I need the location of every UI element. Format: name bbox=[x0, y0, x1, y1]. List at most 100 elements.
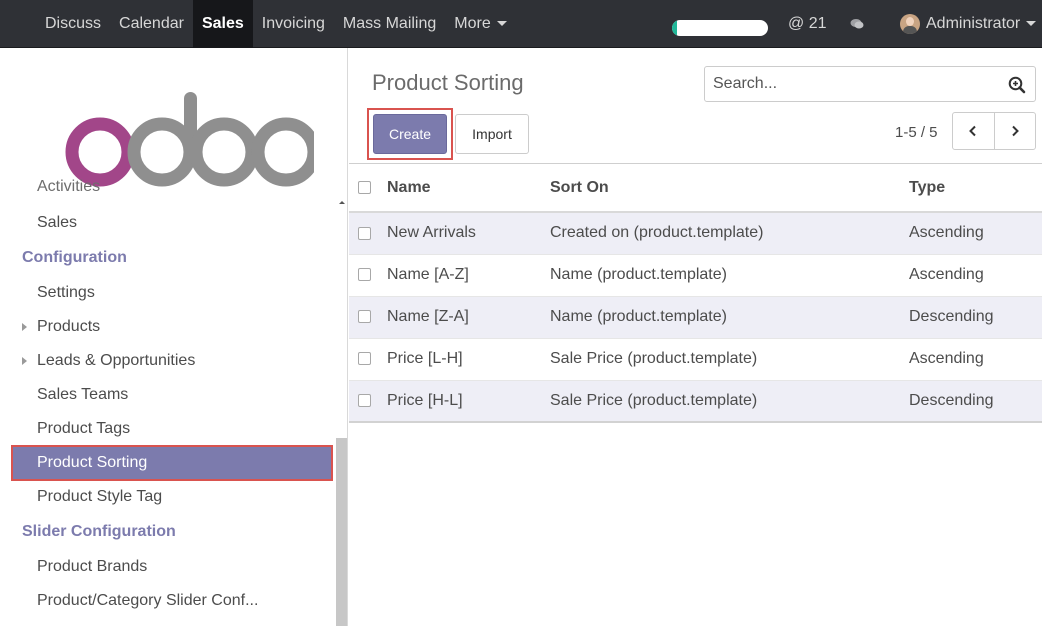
progress-fill bbox=[672, 20, 677, 36]
pager-value[interactable]: 1-5 / 5 bbox=[895, 124, 938, 141]
row-checkbox[interactable] bbox=[358, 268, 371, 282]
menu-mass-mailing[interactable]: Mass Mailing bbox=[334, 0, 445, 48]
user-avatar[interactable] bbox=[900, 14, 920, 34]
sidebar-item-label: Product Brands bbox=[37, 558, 148, 575]
cell-type[interactable]: Descending bbox=[909, 380, 1042, 423]
avatar-body bbox=[903, 26, 917, 34]
main-menu: Discuss Calendar Sales Invoicing Mass Ma… bbox=[36, 0, 516, 48]
column-header-type[interactable]: Type bbox=[909, 164, 1042, 213]
sidebar-item-slider-conf[interactable]: Product/Category Slider Conf... bbox=[0, 584, 336, 618]
sidebar-item-products[interactable]: Products bbox=[0, 310, 336, 344]
menu-calendar[interactable]: Calendar bbox=[110, 0, 193, 48]
chat-icon[interactable] bbox=[850, 18, 864, 30]
row-checkbox-cell bbox=[349, 380, 385, 423]
row-checkbox-cell bbox=[349, 338, 385, 381]
cell-name[interactable]: New Arrivals bbox=[385, 212, 550, 255]
cell-sort-on[interactable]: Created on (product.template) bbox=[550, 212, 909, 255]
column-header-name[interactable]: Name bbox=[385, 164, 550, 213]
cell-type[interactable]: Ascending bbox=[909, 212, 1042, 255]
search-input[interactable] bbox=[713, 72, 983, 96]
sidebar-item-sales[interactable]: Sales bbox=[0, 206, 336, 240]
sidebar-item-sales-teams[interactable]: Sales Teams bbox=[0, 378, 336, 412]
table-row[interactable]: New Arrivals Created on (product.templat… bbox=[349, 212, 1042, 255]
sidebar-item-product-style-tag[interactable]: Product Style Tag bbox=[0, 480, 336, 514]
search-plus-icon[interactable] bbox=[1008, 76, 1026, 94]
row-checkbox[interactable] bbox=[358, 352, 371, 366]
cell-sort-on[interactable]: Sale Price (product.template) bbox=[550, 380, 909, 423]
mentions-counter[interactable]: @ 21 bbox=[788, 0, 826, 48]
table-row[interactable]: Price [H-L] Sale Price (product.template… bbox=[349, 380, 1042, 423]
cell-sort-on[interactable]: Name (product.template) bbox=[550, 254, 909, 297]
sidebar-header-configuration: Configuration bbox=[22, 249, 127, 266]
cell-name[interactable]: Price [H-L] bbox=[385, 380, 550, 423]
sidebar-item-label: Product Sorting bbox=[37, 454, 148, 471]
onboarding-progress-bar[interactable] bbox=[672, 20, 768, 36]
table-row[interactable]: Name [Z-A] Name (product.template) Desce… bbox=[349, 296, 1042, 339]
sidebar-scrollbar[interactable] bbox=[336, 438, 347, 626]
cell-name[interactable]: Price [L-H] bbox=[385, 338, 550, 381]
sidebar-item-label: Settings bbox=[37, 284, 95, 301]
user-name: Administrator bbox=[926, 15, 1021, 32]
menu-invoicing[interactable]: Invoicing bbox=[253, 0, 334, 48]
sidebar-item-label: Leads & Opportunities bbox=[37, 352, 196, 369]
sidebar-header-slider-configuration: Slider Configuration bbox=[22, 523, 176, 540]
cell-name[interactable]: Name [A-Z] bbox=[385, 254, 550, 297]
caret-down-icon bbox=[1026, 21, 1037, 27]
row-checkbox[interactable] bbox=[358, 394, 371, 408]
records-table: Name Sort On Type New Arrivals Created o… bbox=[349, 164, 1042, 423]
column-header-sort-on[interactable]: Sort On bbox=[550, 164, 909, 213]
pager-previous-button[interactable] bbox=[953, 113, 994, 149]
pager-buttons bbox=[952, 112, 1036, 150]
chevron-left-icon bbox=[969, 125, 976, 137]
select-all-cell bbox=[349, 164, 385, 213]
user-menu[interactable]: Administrator bbox=[926, 0, 1037, 48]
table-header-row: Name Sort On Type bbox=[349, 164, 1042, 213]
create-button-highlight: Create bbox=[367, 108, 453, 160]
sidebar-item-leads-opportunities[interactable]: Leads & Opportunities bbox=[0, 344, 336, 378]
table-row[interactable]: Name [A-Z] Name (product.template) Ascen… bbox=[349, 254, 1042, 297]
avatar-head bbox=[906, 17, 914, 26]
cell-name[interactable]: Name [Z-A] bbox=[385, 296, 550, 339]
chevron-right-icon bbox=[1012, 125, 1019, 137]
expand-arrow-icon bbox=[22, 323, 27, 331]
sidebar-item-product-brands[interactable]: Product Brands bbox=[0, 550, 336, 584]
expand-arrow-icon bbox=[22, 357, 27, 365]
cell-type[interactable]: Ascending bbox=[909, 254, 1042, 297]
sidebar-item-product-tags[interactable]: Product Tags bbox=[0, 412, 336, 446]
import-button[interactable]: Import bbox=[455, 114, 529, 154]
row-checkbox-cell bbox=[349, 212, 385, 255]
cell-type[interactable]: Ascending bbox=[909, 338, 1042, 381]
create-button[interactable]: Create bbox=[373, 114, 447, 154]
row-checkbox-cell bbox=[349, 296, 385, 339]
cell-type[interactable]: Descending bbox=[909, 296, 1042, 339]
sidebar-item-label: Product Style Tag bbox=[37, 488, 163, 505]
main-content: Product Sorting Create Import 1-5 / 5 bbox=[349, 48, 1042, 626]
sidebar-menu: Activities Sales Configuration Settings … bbox=[0, 178, 336, 618]
top-navbar: Discuss Calendar Sales Invoicing Mass Ma… bbox=[0, 0, 1042, 48]
row-checkbox[interactable] bbox=[358, 310, 371, 324]
menu-sales[interactable]: Sales bbox=[192, 0, 253, 48]
sidebar-item-label: Sales Teams bbox=[37, 386, 129, 403]
menu-more-label: More bbox=[454, 15, 491, 32]
sidebar-item-product-sorting[interactable]: Product Sorting bbox=[11, 445, 333, 481]
pager-next-button[interactable] bbox=[993, 113, 1036, 149]
row-checkbox-cell bbox=[349, 254, 385, 297]
scroll-up-icon[interactable] bbox=[337, 198, 347, 208]
caret-down-icon bbox=[496, 21, 507, 27]
table-row[interactable]: Price [L-H] Sale Price (product.template… bbox=[349, 338, 1042, 381]
sidebar-item-label: Product Tags bbox=[37, 420, 131, 437]
page-title: Product Sorting bbox=[372, 70, 524, 95]
sidebar-item-activities[interactable]: Activities bbox=[0, 178, 336, 206]
menu-more[interactable]: More bbox=[445, 0, 515, 48]
sidebar-item-label: Products bbox=[37, 318, 101, 335]
select-all-checkbox[interactable] bbox=[358, 180, 371, 194]
search-box bbox=[704, 66, 1036, 102]
cell-sort-on[interactable]: Name (product.template) bbox=[550, 296, 909, 339]
menu-discuss[interactable]: Discuss bbox=[36, 0, 110, 48]
control-panel: Product Sorting Create Import 1-5 / 5 bbox=[349, 48, 1042, 164]
cell-sort-on[interactable]: Sale Price (product.template) bbox=[550, 338, 909, 381]
sidebar-item-settings[interactable]: Settings bbox=[0, 276, 336, 310]
sidebar-item-label: Product/Category Slider Conf... bbox=[37, 592, 259, 609]
row-checkbox[interactable] bbox=[358, 226, 371, 240]
sidebar: Activities Sales Configuration Settings … bbox=[0, 48, 348, 626]
